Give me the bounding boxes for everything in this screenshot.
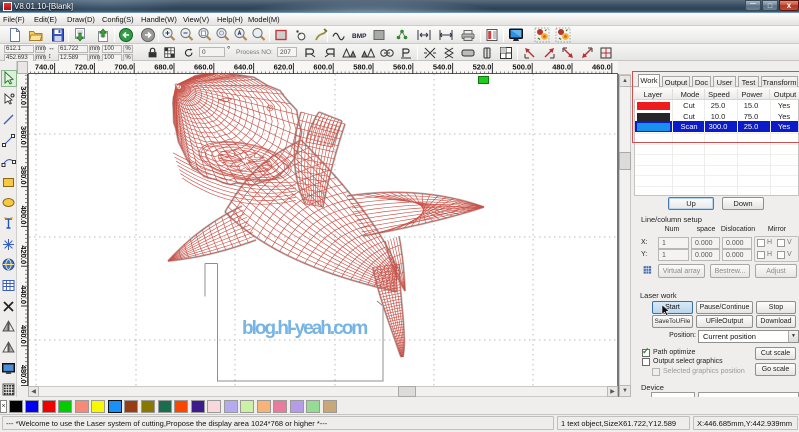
svg-text:440.0: 440.0 <box>19 285 28 304</box>
svg-text:400.0: 400.0 <box>19 206 28 225</box>
svg-text:740.0: 740.0 <box>35 63 54 72</box>
svg-text:460.0: 460.0 <box>592 63 611 72</box>
svg-text:620.0: 620.0 <box>274 63 293 72</box>
svg-text:520.0: 520.0 <box>473 63 492 72</box>
svg-text:580.0: 580.0 <box>353 63 372 72</box>
svg-text:480.0: 480.0 <box>19 365 28 384</box>
svg-text:380.0: 380.0 <box>19 166 28 185</box>
svg-text:660.0: 660.0 <box>194 63 213 72</box>
svg-text:560.0: 560.0 <box>393 63 412 72</box>
svg-text:600.0: 600.0 <box>313 63 332 72</box>
svg-text:BMP: BMP <box>352 33 367 40</box>
svg-text:640.0: 640.0 <box>234 63 253 72</box>
svg-text:360.0: 360.0 <box>19 126 28 145</box>
svg-text:540.0: 540.0 <box>433 63 452 72</box>
svg-text:720.0: 720.0 <box>75 63 94 72</box>
svg-text:480.0: 480.0 <box>552 63 571 72</box>
svg-text:700.0: 700.0 <box>114 63 133 72</box>
svg-text:500.0: 500.0 <box>512 63 531 72</box>
svg-text:340.0: 340.0 <box>19 86 28 105</box>
svg-text:420.0: 420.0 <box>19 245 28 264</box>
svg-text:460.0: 460.0 <box>19 325 28 344</box>
svg-text:680.0: 680.0 <box>154 63 173 72</box>
